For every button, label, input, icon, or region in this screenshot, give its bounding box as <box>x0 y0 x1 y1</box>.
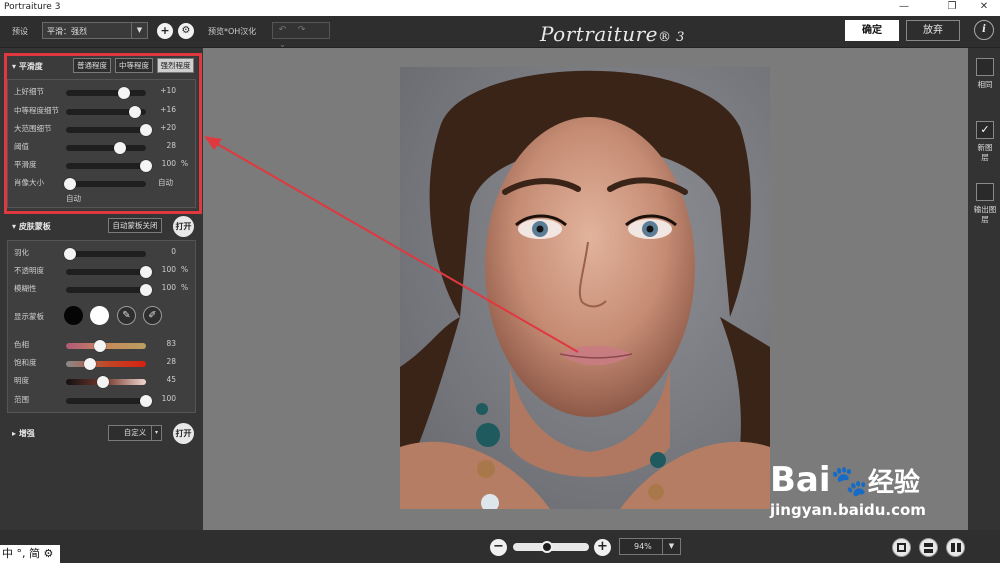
split-vertical-view-icon[interactable] <box>946 538 965 557</box>
same-layer-checkbox[interactable] <box>976 58 994 76</box>
gear-icon[interactable]: ⚙ <box>44 547 54 560</box>
paw-icon: 🐾 <box>830 464 868 499</box>
zoom-in-button[interactable]: + <box>594 539 611 556</box>
zoom-select[interactable]: 94% ▼ <box>619 538 681 555</box>
baidu-watermark: Bai🐾经验 jingyan.baidu.com <box>770 462 926 519</box>
ime-text: 中 °, 简 <box>2 547 40 560</box>
new-layer-label: 新图层 <box>977 143 993 162</box>
output-layer-label: 输出图层 <box>973 205 997 224</box>
zoom-value: 94% <box>634 542 652 551</box>
watermark-jingyan: 经验 <box>867 468 920 498</box>
same-layer-label: 相同 <box>977 80 993 89</box>
split-horizontal-view-icon[interactable] <box>919 538 938 557</box>
output-layer-checkbox[interactable] <box>976 183 994 201</box>
single-view-icon[interactable] <box>892 538 911 557</box>
ime-indicator[interactable]: 中 °, 简 ⚙ <box>0 545 60 563</box>
watermark-brand: Bai <box>770 460 831 500</box>
new-layer-checkbox[interactable]: ✓ <box>976 121 994 139</box>
watermark-url: jingyan.baidu.com <box>770 501 926 519</box>
zoom-out-button[interactable]: − <box>490 539 507 556</box>
chevron-down-icon: ▼ <box>662 539 680 554</box>
